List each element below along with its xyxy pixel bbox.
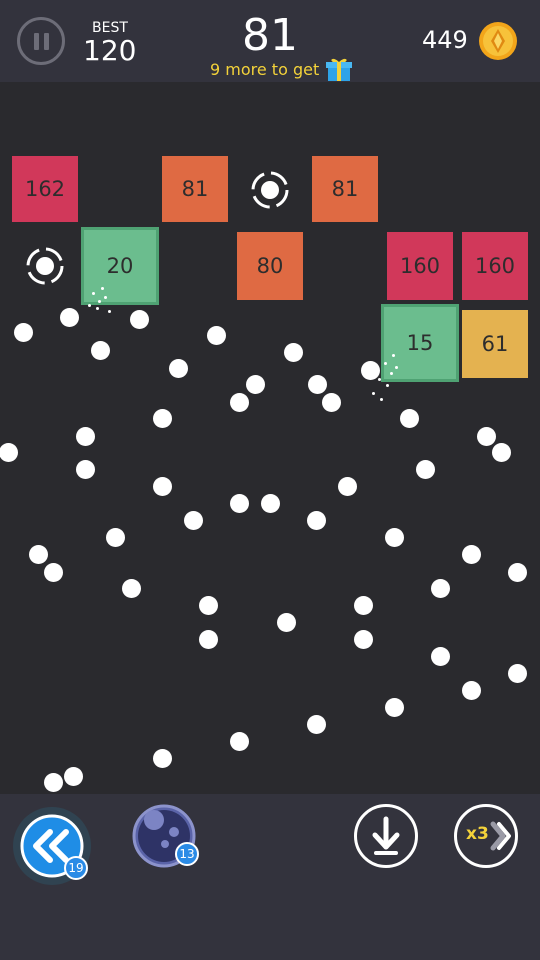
ball [462,681,481,700]
ball [462,545,481,564]
ball [492,443,511,462]
bomb-button[interactable]: 13 [132,804,204,876]
ball [477,427,496,446]
brick: 160 [462,232,528,300]
ball [354,596,373,615]
ball [91,341,110,360]
hit-particle [390,372,393,375]
powerup-bar: 19 13 x3 [0,794,540,960]
top-bar: BEST 120 81 9 more to get 449 [0,0,540,82]
hit-particle [380,398,383,401]
drop-down-icon [372,816,400,855]
ball [361,361,380,380]
brick: 162 [12,156,78,222]
ball [400,409,419,428]
ball [153,409,172,428]
hit-particle [108,310,111,313]
ball [199,630,218,649]
gift-progress: 9 more to get [210,56,353,82]
bomb-count-badge: 13 [175,842,199,866]
ball [246,375,265,394]
hit-particle [98,300,101,303]
ball [44,563,63,582]
ball [122,579,141,598]
coin-icon[interactable] [478,21,518,61]
brick: 61 [462,310,528,378]
target-ring-icon [251,171,289,209]
ball [130,310,149,329]
gift-progress-text: 9 more to get [210,59,320,79]
ball [277,613,296,632]
ball [385,528,404,547]
drop-down-button[interactable] [354,804,418,868]
hit-particle [384,362,387,365]
ball [199,596,218,615]
hit-particle [392,354,395,357]
ball [64,767,83,786]
hit-particle [104,296,107,299]
ball [29,545,48,564]
brick: 160 [387,232,453,300]
ball [153,749,172,768]
hit-particle [386,384,389,387]
ball [230,494,249,513]
ball [106,528,125,547]
ball [0,443,18,462]
ball [261,494,280,513]
ball [307,715,326,734]
hit-particle [88,304,91,307]
rewind-count-badge: 19 [64,856,88,880]
ball [284,343,303,362]
hit-particle [395,366,398,369]
hit-particle [92,292,95,295]
ball [308,375,327,394]
ball [153,477,172,496]
ball [338,477,357,496]
ball [207,326,226,345]
bomb-icon [132,804,196,868]
hit-particle [101,287,104,290]
ball [322,393,341,412]
brick: 81 [162,156,228,222]
brick: 15 [381,304,459,382]
brick: 81 [312,156,378,222]
ball [385,698,404,717]
ball [184,511,203,530]
ball [44,773,63,792]
ball [230,393,249,412]
gift-icon[interactable] [325,56,353,82]
brick: 80 [237,232,303,300]
playfield: 162 81 81 20 80 160 160 15 61 [0,82,540,794]
ball [416,460,435,479]
ball [230,732,249,751]
ball [60,308,79,327]
hit-particle [372,392,375,395]
target-ring-icon [26,247,64,285]
coin-count: 449 [422,26,468,54]
ball [76,460,95,479]
ball [354,630,373,649]
speed-icon [490,821,511,851]
rewind-button[interactable]: 19 [12,806,92,886]
hit-particle [378,378,381,381]
ball [508,664,527,683]
ball [307,511,326,530]
hit-particle [96,307,99,310]
speed-button[interactable]: x3 [454,804,518,868]
ball [14,323,33,342]
ball [76,427,95,446]
ball [169,359,188,378]
ball [431,579,450,598]
ball [508,563,527,582]
ball [431,647,450,666]
